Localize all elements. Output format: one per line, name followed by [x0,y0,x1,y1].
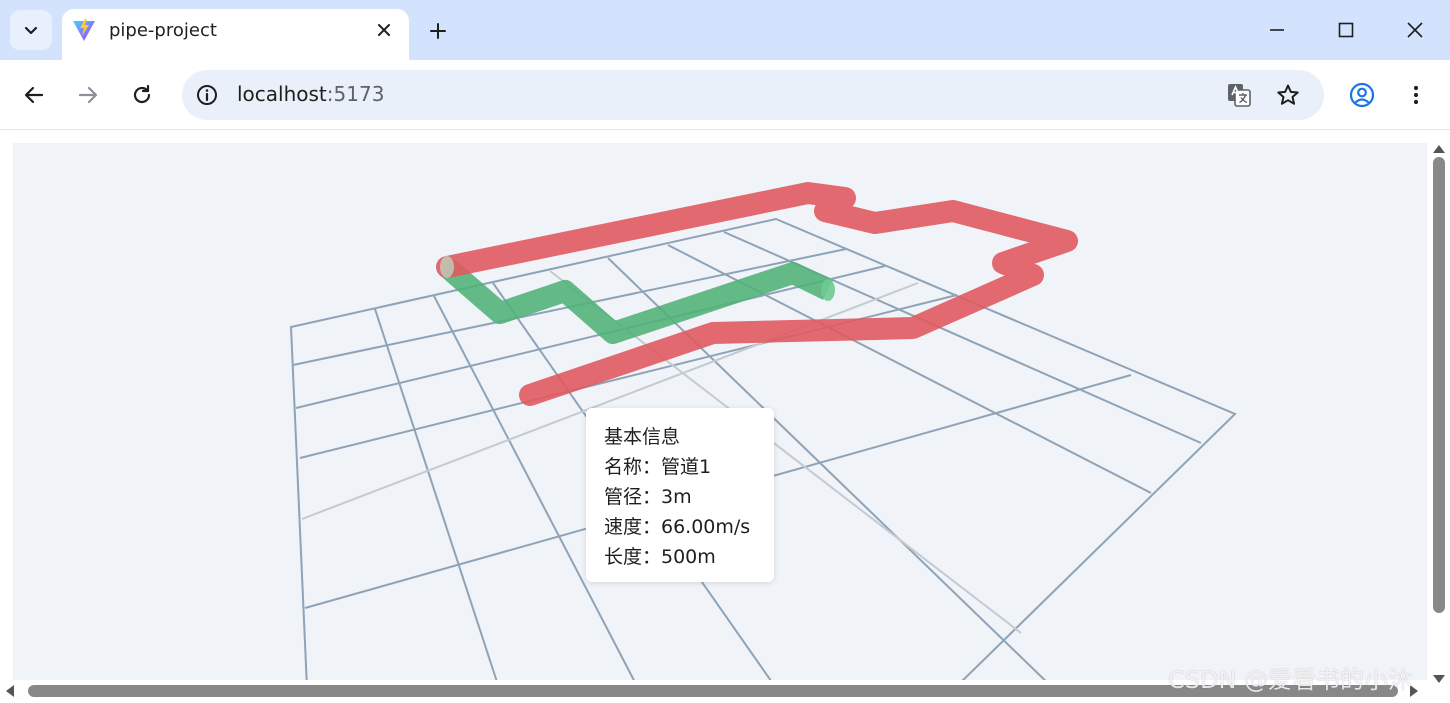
close-window-button[interactable] [1392,10,1438,50]
minimize-button[interactable] [1254,10,1300,50]
maximize-button[interactable] [1323,10,1369,50]
scroll-left-arrow[interactable] [6,685,14,697]
new-tab-button[interactable] [424,17,452,45]
forward-button[interactable] [71,78,105,112]
address-bar[interactable]: localhost:5173 [182,70,1324,120]
arrow-right-icon [78,86,98,104]
page-viewport: 基本信息 名称：管道1 管径：3m 速度：66.00m/s 长度：500m [0,131,1450,703]
more-vert-icon [1413,85,1419,105]
pipe-green-end [821,279,835,301]
reload-button[interactable] [125,78,159,112]
tab-search-button[interactable] [10,10,52,50]
scroll-up-arrow[interactable] [1433,145,1445,153]
reload-icon [133,84,151,104]
translate-icon [1228,84,1251,107]
scroll-down-arrow[interactable] [1433,675,1445,683]
plus-icon [430,23,446,39]
tooltip-diameter: 管径：3m [604,486,692,508]
back-button[interactable] [17,78,51,112]
url-host: localhost [237,82,327,106]
tooltip-name: 名称：管道1 [604,456,712,478]
bookmark-button[interactable] [1274,81,1302,109]
tooltip-length: 长度：500m [604,546,716,568]
info-icon [197,85,217,105]
vertical-scrollbar-thumb[interactable] [1433,157,1445,613]
grid-line [374,308,500,688]
minimize-icon [1270,29,1284,31]
profile-button[interactable] [1345,78,1379,112]
pipe-red-end [440,256,454,278]
chevron-down-icon [24,26,38,35]
pipe-info-tooltip: 基本信息 名称：管道1 管径：3m 速度：66.00m/s 长度：500m [586,408,774,582]
tooltip-heading: 基本信息 [604,426,681,448]
star-icon [1277,84,1299,105]
url-text[interactable]: localhost:5173 [237,82,384,106]
watermark: CSDN @爱看书的小沐 [1168,666,1413,694]
three-scene-canvas[interactable]: 基本信息 名称：管道1 管径：3m 速度：66.00m/s 长度：500m [13,143,1427,688]
url-port: :5173 [326,82,385,106]
site-info-button[interactable] [194,82,220,108]
close-icon [1407,22,1423,38]
tab-title: pipe-project [109,20,217,41]
tab-close-button[interactable] [372,18,396,42]
browser-menu-button[interactable] [1399,78,1433,112]
close-icon [378,24,390,36]
translate-button[interactable] [1225,81,1253,109]
active-tab[interactable]: pipe-project [62,9,409,60]
vertical-scrollbar[interactable] [1427,143,1450,688]
account-circle-icon [1349,82,1375,108]
browser-toolbar: localhost:5173 [0,60,1450,130]
maximize-icon [1338,22,1354,38]
arrow-left-icon [24,86,44,104]
tooltip-speed: 速度：66.00m/s [604,516,751,538]
tab-strip: pipe-project [0,0,1450,60]
vite-logo-icon [73,19,95,41]
